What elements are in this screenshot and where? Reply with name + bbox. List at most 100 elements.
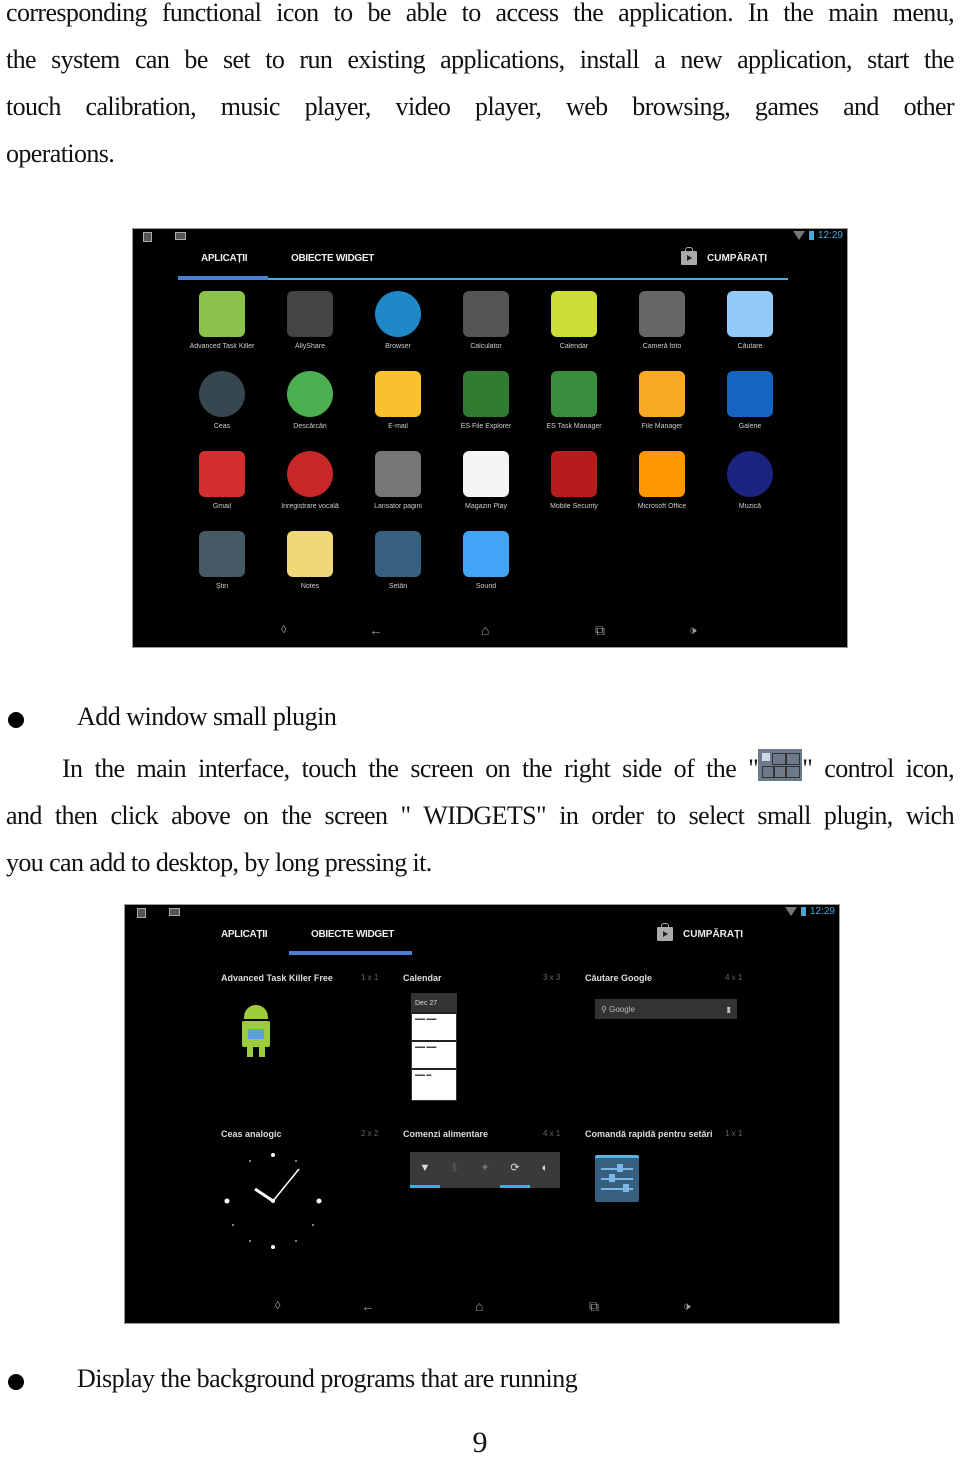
widget-size: 1 x 1 [725, 1129, 743, 1138]
app-label: Ceas [213, 423, 231, 430]
task-killer-icon [199, 291, 245, 337]
app-item[interactable]: Advanced Task Killer [177, 291, 267, 350]
app-item[interactable]: Notes [265, 531, 355, 590]
news-icon [199, 531, 245, 577]
recent-apps-icon[interactable]: ⧉ [595, 621, 605, 639]
app-label: Notes [300, 583, 320, 590]
analog-clock-widget-preview[interactable] [221, 1149, 325, 1253]
calendar-event: ▬▬ ▬▬ [412, 1040, 456, 1068]
grid-control-icon [758, 749, 803, 781]
settings-shortcut-widget-preview[interactable] [595, 1155, 639, 1202]
app-item[interactable]: Magazin Play [441, 451, 531, 510]
app-label: Sound [475, 583, 497, 590]
back-icon[interactable]: ← [361, 1297, 375, 1315]
home-icon[interactable]: ⌂ [481, 621, 489, 639]
tab-apps[interactable]: APLICAȚII [221, 929, 267, 940]
app-item[interactable]: Calendar [529, 291, 619, 350]
app-item[interactable]: Lansator pagini [353, 451, 443, 510]
app-label: Calculator [470, 343, 502, 350]
app-label: Descărcări [293, 423, 327, 430]
volume-icon[interactable]: 🕩 [689, 621, 697, 639]
screenshot-icon[interactable]: ◊ [281, 621, 286, 639]
app-label: Știri [215, 583, 229, 590]
settings-icon [375, 531, 421, 577]
recent-apps-icon[interactable]: ⧉ [589, 1297, 599, 1315]
shop-label: CUMPĂRAȚI [683, 928, 743, 940]
widget-size: 2 x 2 [361, 1129, 379, 1138]
app-item[interactable]: ES File Explorer [441, 371, 531, 430]
instruction-line: In the main interface, touch the screen … [6, 745, 955, 792]
app-label: ES Task Manager [546, 423, 602, 430]
intro-paragraph: corresponding functional icon to be able… [6, 0, 955, 177]
app-item[interactable]: Cameră foto [617, 291, 707, 350]
intro-line: touch calibration, music player, video p… [6, 92, 955, 121]
speaker-icon [727, 451, 773, 497]
allshare-icon [287, 291, 333, 337]
google-search-widget-preview[interactable]: ⚲ Google ▮ [595, 999, 737, 1019]
app-label: Gmail [212, 503, 232, 510]
app-label: Lansator pagini [374, 503, 422, 510]
section-heading: Display the background programs that are… [77, 1364, 578, 1393]
app-label: Magazin Play [464, 503, 508, 510]
gmail-icon [199, 451, 245, 497]
screenshot-icon[interactable]: ◊ [275, 1297, 280, 1315]
app-label: Înregistrare vocală [281, 503, 339, 510]
gps-toggle-icon: ✦ [480, 1162, 490, 1174]
tab-widgets[interactable]: OBIECTE WIDGET [291, 253, 374, 264]
app-item[interactable]: Sound [441, 531, 531, 590]
app-item[interactable]: Mobile Security [529, 451, 619, 510]
home-icon[interactable]: ⌂ [475, 1297, 483, 1315]
app-item[interactable]: Muzică [705, 451, 795, 510]
power-control-widget-preview[interactable]: ▼ ᛒ ✦ ⟳ ◐ [410, 1152, 560, 1188]
brightness-toggle-icon: ◐ [541, 1162, 549, 1174]
status-bar: 12:29 [133, 229, 847, 245]
app-item[interactable]: ES Task Manager [529, 371, 619, 430]
bullet-point [8, 1374, 24, 1390]
intro-line: the system can be set to run existing ap… [6, 45, 955, 74]
app-item[interactable]: Browser [353, 291, 443, 350]
app-label: ES File Explorer [460, 423, 512, 430]
calendar-event: ▬▬ ▬▬ [412, 1012, 456, 1040]
app-item[interactable]: File Manager [617, 371, 707, 430]
tab-apps[interactable]: APLICAȚII [201, 253, 247, 264]
hour-hand [254, 1187, 274, 1203]
notification-sd-icon [137, 908, 146, 918]
app-item[interactable]: Înregistrare vocală [265, 451, 355, 510]
status-right: 12:29 [792, 230, 843, 241]
status-right: 12:29 [784, 906, 835, 917]
shop-button[interactable]: CUMPĂRAȚI [657, 923, 743, 941]
app-item[interactable]: AllyShare [265, 291, 355, 350]
app-item[interactable]: Descărcări [265, 371, 355, 430]
tab-widgets[interactable]: OBIECTE WIDGET [311, 929, 394, 940]
app-item[interactable]: Galerie [705, 371, 795, 430]
calendar-date: Dec 27 [412, 994, 456, 1012]
battery-icon [800, 907, 806, 916]
app-item[interactable]: Gmail [177, 451, 267, 510]
volume-icon[interactable]: 🕩 [683, 1297, 691, 1315]
task-killer-widget-preview[interactable] [239, 1005, 273, 1057]
calendar-event: ▬▬ ▬ [412, 1068, 456, 1096]
app-label: Calendar [559, 343, 589, 350]
status-bar: 12:29 [125, 905, 839, 921]
shopping-bag-icon [681, 247, 697, 265]
app-item[interactable]: Ceas [177, 371, 267, 430]
back-icon[interactable]: ← [369, 621, 383, 639]
office-icon [639, 451, 685, 497]
app-item[interactable]: Știri [177, 531, 267, 590]
calendar-widget-preview[interactable]: Dec 27 ▬▬ ▬▬ ▬▬ ▬▬ ▬▬ ▬ [411, 993, 457, 1101]
app-item[interactable]: Setări [353, 531, 443, 590]
active-tab-indicator [289, 951, 412, 955]
app-item[interactable]: Calculator [441, 291, 531, 350]
widget-size: 3 x 3 [543, 973, 561, 982]
pages-icon [375, 451, 421, 497]
microphone-icon [287, 451, 333, 497]
shop-button[interactable]: CUMPĂRAȚI [681, 247, 767, 265]
microphone-icon: ▮ [726, 1004, 731, 1014]
app-item[interactable]: Căutare [705, 291, 795, 350]
instruction-text: " control icon, [802, 754, 954, 783]
es-task-manager-icon [551, 371, 597, 417]
app-item[interactable]: E-mail [353, 371, 443, 430]
clock-time: 12:29 [809, 906, 835, 917]
app-item[interactable]: Microsoft Office [617, 451, 707, 510]
calculator-icon [463, 291, 509, 337]
